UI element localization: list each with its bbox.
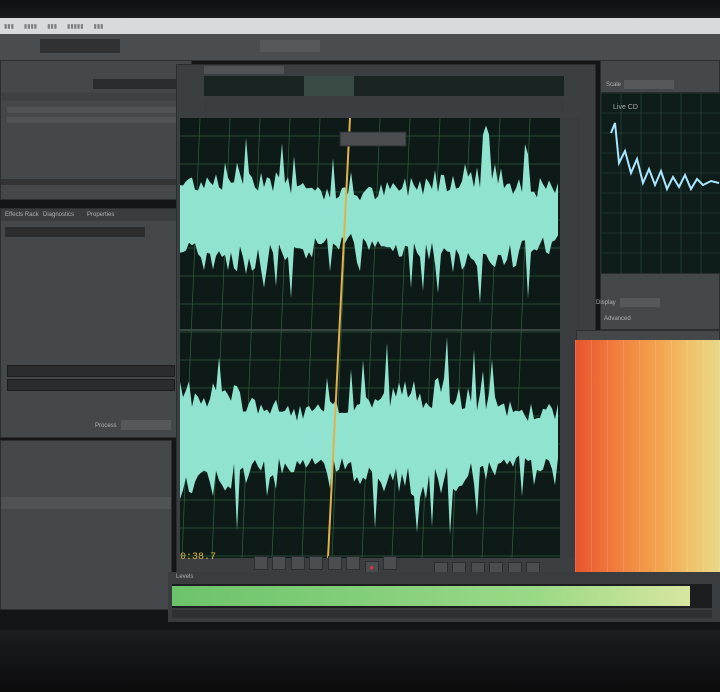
input-meter [7,365,175,377]
pause-button[interactable] [290,556,305,570]
history-row[interactable] [1,497,171,509]
monitor-bezel-bottom [0,630,720,692]
forward-button[interactable] [327,556,342,570]
menu-item[interactable]: ▮▮▮ [94,23,104,30]
skip-button[interactable] [383,556,398,570]
effects-rack-panel: Effects Rack Diagnostics Properties Proc… [0,208,188,438]
output-meter [7,379,175,391]
play-button[interactable] [272,556,287,570]
overview-viewport[interactable] [304,76,354,96]
level-meter-track [172,584,712,608]
toolbar-tool[interactable] [260,40,320,52]
file-row[interactable] [7,117,187,123]
files-header [1,93,191,101]
display-select[interactable] [620,298,660,307]
stop-button[interactable] [254,556,268,570]
menu-item[interactable]: ▮▮▮ [4,23,14,30]
loop-button[interactable] [346,556,361,570]
menu-item[interactable]: ▮▮▮ [47,23,57,30]
overview-strip[interactable] [204,76,564,96]
tab-diagnostics[interactable]: Diagnostics [43,212,74,218]
history-panel [0,440,172,610]
levels-label: Levels [176,574,194,580]
tab-effects-rack[interactable]: Effects Rack [5,212,39,218]
preset-select[interactable] [5,227,145,237]
files-panel [0,60,192,200]
scale-select[interactable] [624,80,674,89]
rewind-button[interactable] [309,556,324,570]
spec-label: Live CD [613,104,638,111]
menu-item[interactable]: ▮▮▮▮ [24,23,37,30]
menu-bar: ▮▮▮ ▮▮▮▮ ▮▮▮ ▮▮▮▮▮ ▮▮▮ [0,18,720,34]
toolbar [0,34,720,61]
file-row[interactable] [7,107,187,113]
scale-label: Scale [606,82,622,88]
phase-meter [575,340,720,588]
process-label: Process [95,423,117,429]
advanced-toggle[interactable]: Advanced [604,316,631,322]
files-scrollbar[interactable] [1,179,191,185]
time-display: 0:38.7 [180,552,217,563]
tab-properties[interactable]: Properties [87,212,114,218]
tab-editor-file[interactable] [204,66,284,74]
waveform-display[interactable] [180,118,560,558]
workspace-field[interactable] [40,39,120,53]
timeline-ruler[interactable] [204,98,564,112]
frequency-graph: Live CD [600,92,720,274]
monitor-bezel-top [0,0,720,20]
level-meter-fill [172,586,691,606]
display-label: Display [596,300,616,306]
menu-item[interactable]: ▮▮▮▮▮ [67,23,84,30]
process-select[interactable] [121,420,171,430]
phase-grid [575,340,720,588]
hud-controls [339,131,407,147]
level-scale [172,610,712,618]
